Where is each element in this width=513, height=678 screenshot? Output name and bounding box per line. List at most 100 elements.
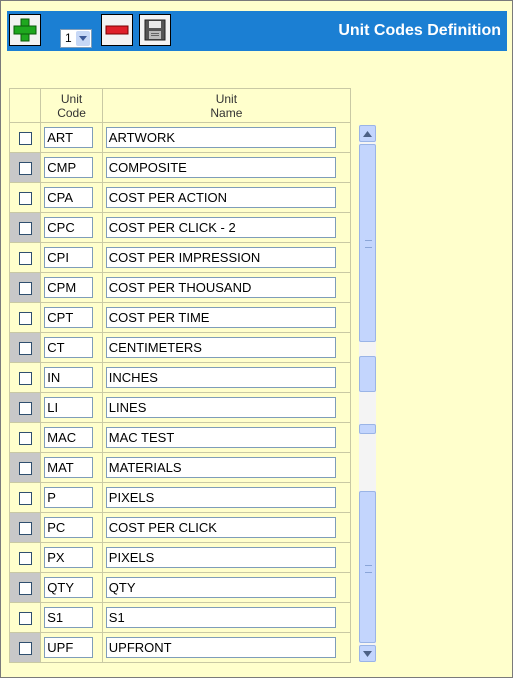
unit-code-field[interactable]: CPI	[44, 247, 94, 268]
table-row: ART ARTWORK	[8, 122, 352, 153]
unit-code-field[interactable]: CPM	[44, 277, 94, 298]
unit-name-cell: COST PER ACTION	[101, 182, 352, 213]
unit-code-field[interactable]: IN	[44, 367, 94, 388]
unit-code-field[interactable]: CPT	[44, 307, 94, 328]
save-button[interactable]	[139, 14, 171, 46]
unit-name-cell: S1	[101, 602, 352, 633]
unit-code-cell: CPM	[40, 272, 103, 303]
unit-code-field[interactable]: CMP	[44, 157, 94, 178]
unit-code-field[interactable]: UPF	[44, 637, 94, 658]
unit-code-field[interactable]: MAT	[44, 457, 94, 478]
scroll-up-button[interactable]	[359, 125, 376, 142]
unit-name-field[interactable]: UPFRONT	[105, 637, 336, 658]
unit-name-field[interactable]: PIXELS	[105, 547, 336, 568]
unit-name-cell: UPFRONT	[101, 632, 352, 663]
row-checkbox[interactable]	[18, 402, 32, 416]
unit-name-header-line1: Unit	[215, 91, 238, 106]
row-select-cell	[8, 362, 42, 393]
unit-name-field[interactable]: S1	[105, 607, 336, 628]
table-row: PC COST PER CLICK	[8, 512, 352, 543]
unit-name-field[interactable]: COST PER THOUSAND	[105, 277, 336, 298]
unit-name-field[interactable]: INCHES	[105, 367, 336, 388]
unit-name-field[interactable]: LINES	[105, 397, 336, 418]
unit-code-cell: CPA	[40, 182, 103, 213]
unit-name-field[interactable]: ARTWORK	[105, 127, 336, 148]
grip-icon	[365, 565, 372, 573]
row-checkbox[interactable]	[18, 342, 32, 356]
row-checkbox[interactable]	[18, 552, 32, 566]
unit-name-field[interactable]: COST PER CLICK - 2	[105, 217, 336, 238]
unit-name-field[interactable]: QTY	[105, 577, 336, 598]
save-icon	[144, 19, 166, 41]
row-checkbox[interactable]	[18, 252, 32, 266]
unit-name-field[interactable]: PIXELS	[105, 487, 336, 508]
unit-name-header-line2: Name	[210, 105, 243, 120]
table-row: MAC MAC TEST	[8, 422, 352, 453]
unit-code-field[interactable]: LI	[44, 397, 94, 418]
scrollbar-thumb[interactable]	[359, 144, 376, 342]
row-checkbox[interactable]	[18, 192, 32, 206]
unit-code-field[interactable]: QTY	[44, 577, 94, 598]
row-checkbox[interactable]	[18, 222, 32, 236]
row-checkbox[interactable]	[18, 642, 32, 656]
chevron-down-icon	[363, 650, 372, 657]
page-select-value: 1	[65, 31, 72, 45]
row-select-cell	[8, 482, 42, 513]
unit-code-cell: CT	[40, 332, 103, 363]
table-row: LI LINES	[8, 392, 352, 423]
unit-name-field[interactable]: COST PER ACTION	[105, 187, 336, 208]
toolbar: 1 Unit Codes Definition	[7, 11, 507, 51]
row-select-cell	[8, 272, 42, 303]
scrollbar-thumb[interactable]	[359, 491, 376, 643]
row-checkbox[interactable]	[18, 312, 32, 326]
delete-button[interactable]	[101, 14, 133, 46]
table-scrollbar[interactable]	[359, 125, 376, 662]
unit-code-cell: PC	[40, 512, 103, 543]
unit-name-column-header: Unit Name	[101, 88, 352, 123]
row-checkbox[interactable]	[18, 462, 32, 476]
page-select[interactable]: 1	[60, 29, 92, 48]
table-row: MAT MATERIALS	[8, 452, 352, 483]
row-checkbox[interactable]	[18, 612, 32, 626]
unit-code-field[interactable]: CPC	[44, 217, 94, 238]
row-checkbox[interactable]	[18, 372, 32, 386]
unit-name-field[interactable]: MATERIALS	[105, 457, 336, 478]
row-checkbox[interactable]	[18, 132, 32, 146]
row-select-cell	[8, 242, 42, 273]
unit-name-field[interactable]: MAC TEST	[105, 427, 336, 448]
unit-code-field[interactable]: MAC	[44, 427, 94, 448]
scrollbar-thumb[interactable]	[359, 424, 376, 434]
unit-code-field[interactable]: CPA	[44, 187, 94, 208]
row-checkbox[interactable]	[18, 492, 32, 506]
unit-code-cell: IN	[40, 362, 103, 393]
unit-code-cell: UPF	[40, 632, 103, 663]
table-row: CPA COST PER ACTION	[8, 182, 352, 213]
unit-name-field[interactable]: COMPOSITE	[105, 157, 336, 178]
row-select-cell	[8, 602, 42, 633]
table-row: CPT COST PER TIME	[8, 302, 352, 333]
unit-code-field[interactable]: S1	[44, 607, 94, 628]
plus-icon	[13, 18, 37, 42]
unit-code-cell: CPT	[40, 302, 103, 333]
scrollbar-thumb[interactable]	[359, 356, 376, 392]
row-checkbox[interactable]	[18, 432, 32, 446]
row-select-cell	[8, 182, 42, 213]
scroll-down-button[interactable]	[359, 645, 376, 662]
row-checkbox[interactable]	[18, 582, 32, 596]
table-row: QTY QTY	[8, 572, 352, 603]
unit-code-field[interactable]: PC	[44, 517, 94, 538]
unit-code-field[interactable]: ART	[44, 127, 94, 148]
unit-code-cell: CPC	[40, 212, 103, 243]
row-checkbox[interactable]	[18, 522, 32, 536]
row-checkbox[interactable]	[18, 282, 32, 296]
unit-name-field[interactable]: CENTIMETERS	[105, 337, 336, 358]
unit-code-field[interactable]: CT	[44, 337, 94, 358]
unit-code-field[interactable]: PX	[44, 547, 94, 568]
unit-name-field[interactable]: COST PER IMPRESSION	[105, 247, 336, 268]
row-checkbox[interactable]	[18, 162, 32, 176]
unit-name-field[interactable]: COST PER TIME	[105, 307, 336, 328]
add-button[interactable]	[9, 14, 41, 46]
unit-name-field[interactable]: COST PER CLICK	[105, 517, 336, 538]
row-select-cell	[8, 122, 42, 153]
unit-code-field[interactable]: P	[44, 487, 94, 508]
